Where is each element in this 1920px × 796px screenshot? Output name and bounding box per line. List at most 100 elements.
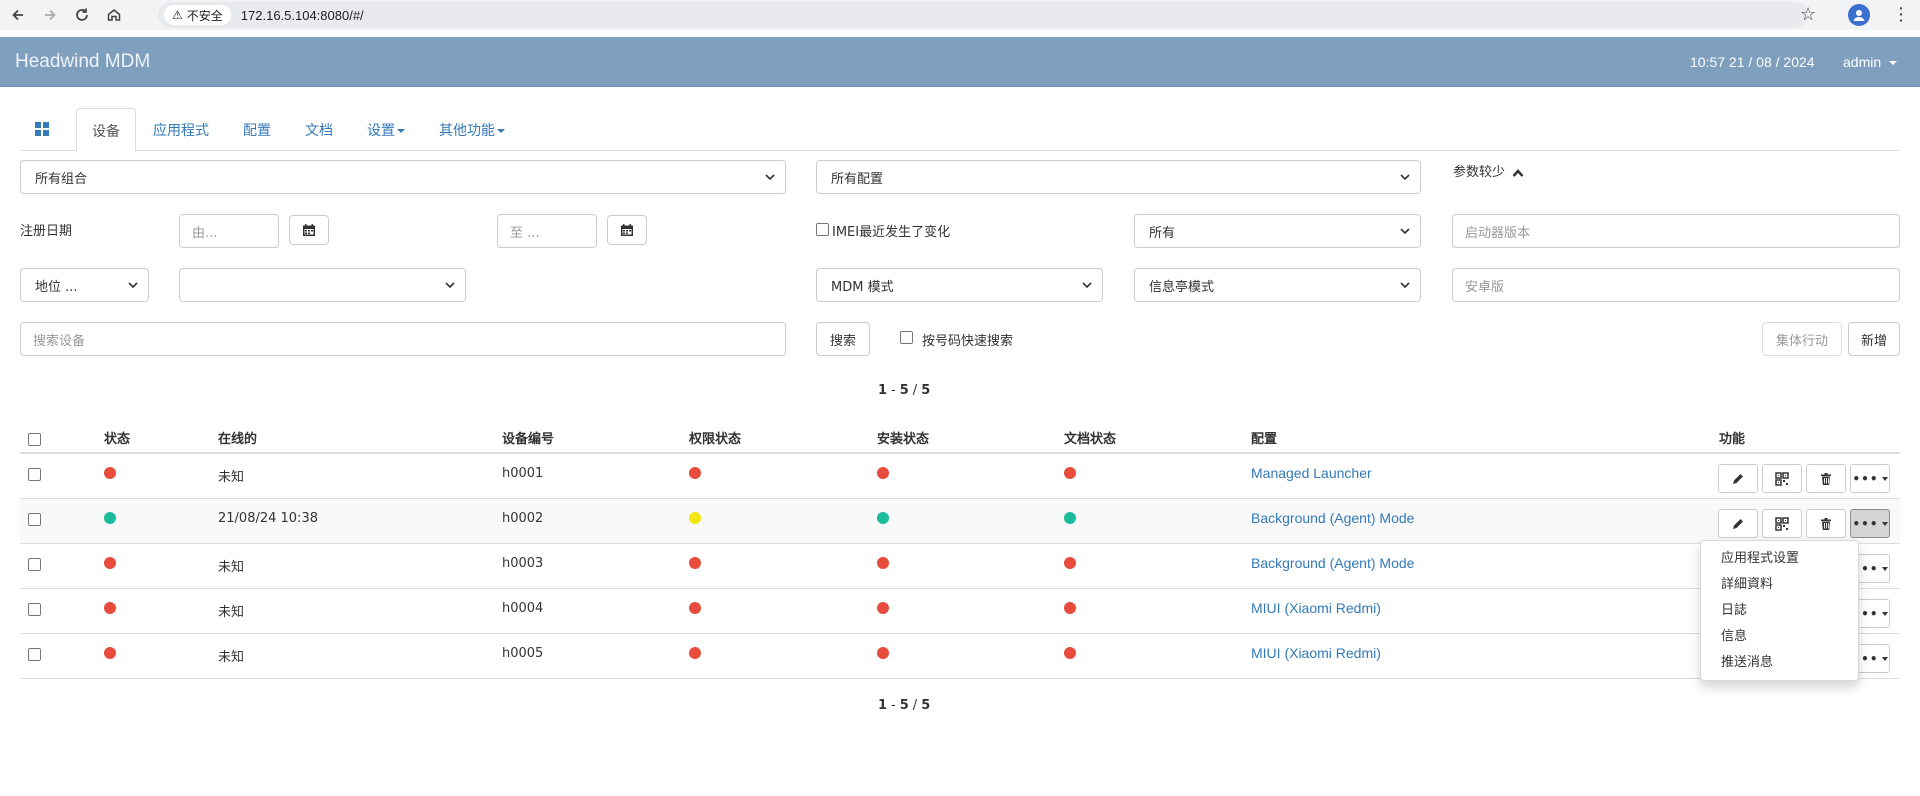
tab-configurations[interactable]: 配置: [228, 108, 286, 151]
new-device-button[interactable]: 新增: [1848, 322, 1900, 356]
row-checkbox[interactable]: [28, 513, 41, 526]
header-files-status[interactable]: 文档状态: [1064, 428, 1116, 447]
row-checkbox[interactable]: [28, 648, 41, 661]
more-actions-button[interactable]: •••: [1850, 509, 1890, 538]
header-permission-status[interactable]: 权限状态: [689, 428, 741, 447]
chevron-down-icon: [128, 282, 138, 289]
tab-applications[interactable]: 应用程式: [138, 108, 224, 151]
configuration-select[interactable]: 所有配置: [816, 160, 1421, 194]
configuration-link[interactable]: Background (Agent) Mode: [1251, 555, 1414, 571]
security-chip[interactable]: ⚠ 不安全: [164, 5, 231, 25]
install-status-dot: [877, 467, 889, 479]
reg-date-label: 注册日期: [20, 224, 73, 239]
chevron-down-icon: [1400, 228, 1410, 235]
header-configuration[interactable]: 配置: [1251, 428, 1277, 447]
trash-icon: [1821, 472, 1831, 485]
delete-button[interactable]: [1806, 464, 1846, 493]
date-to-input[interactable]: 至 ...: [497, 214, 597, 248]
table-row: [20, 454, 1900, 498]
status-dot: [104, 557, 116, 569]
row-checkbox[interactable]: [28, 603, 41, 616]
imei-select[interactable]: 所有: [1134, 214, 1421, 248]
edit-button[interactable]: [1718, 509, 1758, 538]
menu-details[interactable]: 詳細資料: [1701, 572, 1858, 598]
more-actions-button[interactable]: •••: [1850, 464, 1890, 493]
home-icon[interactable]: [100, 1, 128, 29]
forward-icon[interactable]: [36, 1, 64, 29]
imei-changed-checkbox[interactable]: [816, 223, 829, 236]
dashboard-grid-icon: [35, 122, 57, 136]
tab-devices[interactable]: 设备: [76, 108, 136, 152]
select-all-checkbox[interactable]: [28, 433, 41, 446]
menu-app-settings[interactable]: 应用程式设置: [1701, 546, 1858, 572]
configuration-link[interactable]: MIUI (Xiaomi Redmi): [1251, 600, 1381, 616]
pencil-icon: [1733, 473, 1743, 484]
header-install-status[interactable]: 安装状态: [877, 428, 929, 447]
qr-code-button[interactable]: [1762, 464, 1802, 493]
search-button[interactable]: 搜索: [816, 322, 870, 356]
group-select[interactable]: 所有组合: [20, 160, 786, 194]
chevron-down-icon: [1881, 521, 1888, 526]
date-to-calendar-button[interactable]: [607, 215, 647, 245]
qr-code-button[interactable]: [1762, 509, 1802, 538]
install-status-dot: [877, 602, 889, 614]
tab-settings[interactable]: 设置: [352, 108, 420, 151]
configuration-link[interactable]: Managed Launcher: [1251, 465, 1372, 481]
reload-icon[interactable]: [68, 1, 96, 29]
chevron-up-icon: [1512, 168, 1524, 177]
security-label: 不安全: [186, 8, 223, 23]
header-online[interactable]: 在线的: [218, 428, 257, 447]
online-cell: 未知: [218, 560, 245, 575]
qr-code-icon: [1775, 516, 1789, 531]
status-dot: [104, 602, 116, 614]
files-status-dot: [1064, 602, 1076, 614]
row-checkbox[interactable]: [28, 468, 41, 481]
configuration-link[interactable]: Background (Agent) Mode: [1251, 510, 1414, 526]
tab-dashboard[interactable]: [20, 108, 72, 151]
browser-menu-icon[interactable]: ⋮: [1892, 4, 1910, 25]
tab-documents[interactable]: 文档: [290, 108, 348, 151]
kiosk-mode-select[interactable]: 信息亭模式: [1134, 268, 1421, 302]
address-bar[interactable]: ⚠ 不安全 172.16.5.104:8080/#/: [158, 2, 1808, 28]
location-select[interactable]: 地位 ...: [20, 268, 149, 302]
profile-avatar[interactable]: [1848, 4, 1870, 26]
menu-messages[interactable]: 信息: [1701, 624, 1858, 650]
pencil-icon: [1733, 518, 1743, 529]
pagination-top: 1-5/5: [878, 383, 931, 398]
mdm-mode-select[interactable]: MDM 模式: [816, 268, 1103, 302]
date-from-calendar-button[interactable]: [289, 215, 329, 245]
chevron-down-icon: [1881, 476, 1888, 481]
warning-icon: ⚠: [172, 8, 183, 22]
bulk-action-button[interactable]: 集体行动: [1762, 322, 1842, 356]
user-menu[interactable]: admin: [1843, 54, 1898, 70]
menu-push-message[interactable]: 推送消息: [1701, 650, 1858, 676]
back-icon[interactable]: [4, 1, 32, 29]
menu-logs[interactable]: 日誌: [1701, 598, 1858, 624]
device-number-cell: h0004: [502, 601, 544, 616]
files-status-dot: [1064, 557, 1076, 569]
search-input[interactable]: 搜索设备: [20, 322, 786, 356]
quick-search-checkbox[interactable]: [900, 331, 913, 344]
tab-other-functions[interactable]: 其他功能: [424, 108, 520, 151]
calendar-icon: [621, 224, 633, 236]
date-from-input[interactable]: 由...: [179, 214, 279, 248]
trash-icon: [1821, 517, 1831, 530]
configuration-link[interactable]: MIUI (Xiaomi Redmi): [1251, 645, 1381, 661]
online-cell: 未知: [218, 605, 245, 620]
delete-button[interactable]: [1806, 509, 1846, 538]
bookmark-star-icon[interactable]: ☆: [1800, 4, 1816, 25]
ellipsis-icon: •••: [1852, 516, 1879, 531]
install-status-dot: [877, 512, 889, 524]
edit-button[interactable]: [1718, 464, 1758, 493]
launcher-version-input[interactable]: 启动器版本: [1452, 214, 1900, 248]
header-device-number[interactable]: 设备编号: [502, 428, 554, 447]
calendar-icon: [303, 224, 315, 236]
android-version-input[interactable]: 安卓版: [1452, 268, 1900, 302]
row-checkbox[interactable]: [28, 558, 41, 571]
row-actions-menu: 应用程式设置 詳細資料 日誌 信息 推送消息: [1700, 540, 1859, 681]
params-toggle[interactable]: 参数较少: [1453, 161, 1524, 180]
location-value-select[interactable]: [179, 268, 466, 302]
brand-title[interactable]: Headwind MDM: [15, 51, 150, 73]
install-status-dot: [877, 557, 889, 569]
header-status[interactable]: 状态: [104, 428, 130, 447]
